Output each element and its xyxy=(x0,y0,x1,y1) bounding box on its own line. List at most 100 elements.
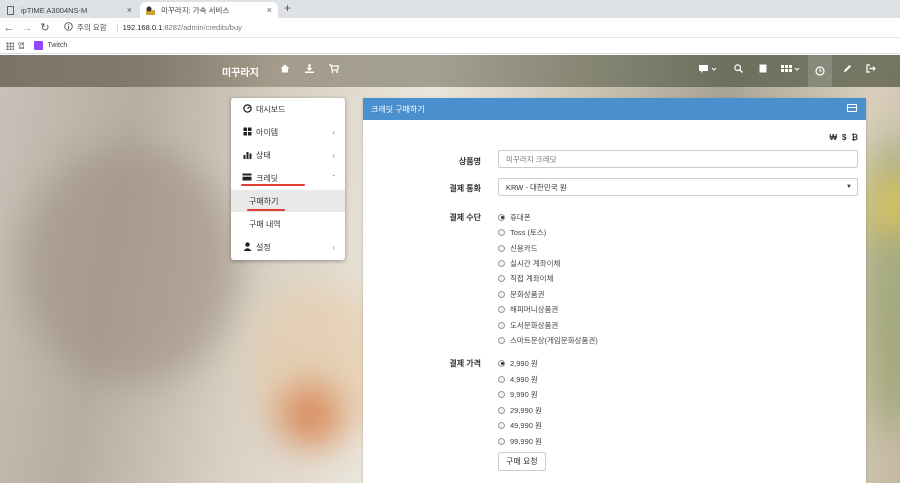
page-viewport: 미꾸라지 대시보드 아이템 ‹ 상태 ‹ 크레딧 ˇ 구매하기 구매 내역 설정… xyxy=(0,55,900,483)
radio-indicator[interactable] xyxy=(498,244,505,252)
bookmark-twitch[interactable]: Twitch xyxy=(34,41,67,50)
radio-indicator[interactable] xyxy=(498,406,505,414)
page-icon xyxy=(6,5,15,15)
radio-label: 직접 계좌이체 xyxy=(510,273,554,283)
pencil-icon[interactable] xyxy=(840,64,854,75)
tab-title: ipTIME A3004NS-M xyxy=(21,5,88,15)
bookmark-apps[interactable]: 앱 xyxy=(6,41,24,51)
grid-icon xyxy=(241,127,253,138)
dashboard-icon xyxy=(241,103,253,115)
top-navbar: 미꾸라지 xyxy=(0,55,900,87)
radio-indicator[interactable] xyxy=(498,336,505,344)
cart-icon[interactable] xyxy=(327,64,341,75)
price-label: 결제 가격 xyxy=(449,359,481,368)
sidebar-item-status[interactable]: 상태 ‹ xyxy=(231,144,345,166)
sidebar-item-items[interactable]: 아이템 ‹ xyxy=(231,121,345,143)
document-icon[interactable] xyxy=(756,64,770,75)
search-icon[interactable] xyxy=(731,64,745,75)
background-blur xyxy=(280,385,340,445)
radio-indicator[interactable] xyxy=(498,228,505,236)
sidebar-item-label: 대시보드 xyxy=(256,104,286,114)
method-radio[interactable]: 휴대폰 xyxy=(498,211,531,223)
bookmark-label: Twitch xyxy=(47,42,68,49)
close-icon[interactable]: × xyxy=(127,5,132,15)
method-radio[interactable]: 스마트문상(게임문화상품권) xyxy=(498,334,598,346)
method-radio[interactable]: 직접 계좌이체 xyxy=(498,272,553,284)
bookmark-label: 앱 xyxy=(18,42,25,50)
price-radio[interactable]: 2,990 원 xyxy=(498,357,538,369)
reload-icon[interactable]: ↻ xyxy=(36,21,54,34)
apps-dropdown-icon[interactable] xyxy=(780,64,802,75)
method-radio[interactable]: Toss (토스) xyxy=(498,226,546,238)
price-radio[interactable]: 9,990 원 xyxy=(498,388,538,400)
sidebar-item-label: 상태 xyxy=(256,150,271,160)
home-icon[interactable] xyxy=(278,64,292,75)
bitcoin-icon: ₿ xyxy=(851,133,858,142)
product-field: 미꾸라지 크레딧 xyxy=(498,150,858,168)
sidebar-subitem-label: 구매하기 xyxy=(249,196,279,206)
dollar-icon: $ xyxy=(842,133,847,142)
close-icon[interactable]: × xyxy=(267,5,272,15)
radio-label: 스마트문상(게임문화상품권) xyxy=(510,335,598,345)
price-radio[interactable]: 49,990 원 xyxy=(498,419,542,431)
sidebar-subitem-history[interactable]: 구매 내역 xyxy=(231,213,345,235)
download-icon[interactable] xyxy=(302,64,316,75)
price-radio[interactable]: 29,990 원 xyxy=(498,404,542,416)
radio-indicator[interactable] xyxy=(498,321,505,329)
clock-icon[interactable] xyxy=(808,55,832,87)
radio-label: Toss (토스) xyxy=(510,227,547,237)
brand-title[interactable]: 미꾸라지 xyxy=(222,64,259,79)
back-icon[interactable]: ← xyxy=(0,22,18,34)
radio-label: 9,990 원 xyxy=(510,389,538,399)
info-icon[interactable] xyxy=(64,22,73,33)
method-radio[interactable]: 도서문화상품권 xyxy=(498,319,558,331)
sidebar-item-label: 크레딧 xyxy=(256,173,279,183)
tab-title: 미꾸라지: 가속 서비스 xyxy=(161,5,230,15)
radio-label: 신용카드 xyxy=(510,243,538,253)
radio-indicator[interactable] xyxy=(498,359,505,367)
radio-label: 99,990 원 xyxy=(510,436,542,446)
radio-label: 도서문화상품권 xyxy=(510,320,559,330)
radio-indicator[interactable] xyxy=(498,390,505,398)
chevron-down-icon: ˇ xyxy=(332,173,335,183)
radio-indicator[interactable] xyxy=(498,290,505,298)
radio-indicator[interactable] xyxy=(498,213,505,221)
radio-label: 2,990 원 xyxy=(510,358,538,368)
sidebar-item-dashboard[interactable]: 대시보드 xyxy=(231,98,345,120)
radio-indicator[interactable] xyxy=(498,259,505,267)
radio-indicator[interactable] xyxy=(498,305,505,313)
radio-indicator[interactable] xyxy=(498,437,505,445)
browser-tab-iptime[interactable]: ipTIME A3004NS-M × xyxy=(0,2,138,18)
bar-chart-icon xyxy=(241,150,253,161)
radio-indicator[interactable] xyxy=(498,375,505,383)
user-icon xyxy=(241,241,253,253)
credit-purchase-panel: 크레딧 구매하기 ₩ $ ₿ 상품명 미꾸라지 크레딧 결제 통화 KRW - … xyxy=(363,98,866,483)
chevron-left-icon: ‹ xyxy=(332,127,335,137)
price-radio[interactable]: 99,990 원 xyxy=(498,435,542,447)
method-radio[interactable]: 문화상품권 xyxy=(498,288,545,300)
currency-select[interactable]: KRW - 대한민국 원 ▼ xyxy=(498,178,858,196)
logout-icon[interactable] xyxy=(864,64,878,75)
browser-tabbar: ipTIME A3004NS-M × 미꾸라지: 가속 서비스 × + xyxy=(0,0,900,18)
url-field[interactable]: 주의 요함 | 192.168.0.1 :8282/admin/credits/… xyxy=(64,22,242,33)
currency-label: 결제 통화 xyxy=(449,184,481,193)
twitch-icon xyxy=(34,41,44,50)
method-radio[interactable]: 해피머니상품권 xyxy=(498,303,558,315)
purchase-request-button[interactable]: 구매 요청 xyxy=(498,452,546,471)
method-radio[interactable]: 실시간 계좌이체 xyxy=(498,257,560,269)
annotation-underline xyxy=(241,184,305,186)
chat-dropdown-icon[interactable] xyxy=(698,64,718,75)
radio-indicator[interactable] xyxy=(498,274,505,282)
new-tab-icon[interactable]: + xyxy=(284,1,291,15)
radio-label: 해피머니상품권 xyxy=(510,304,559,314)
bookmarks-bar: 앱 Twitch xyxy=(0,38,900,54)
background-blur xyxy=(20,145,240,385)
sidebar-item-settings[interactable]: 설정 ‹ xyxy=(231,236,345,258)
credit-card-icon xyxy=(241,173,253,183)
price-radio[interactable]: 4,990 원 xyxy=(498,373,538,385)
browser-tab-active[interactable]: 미꾸라지: 가속 서비스 × xyxy=(140,2,278,18)
forward-icon[interactable]: → xyxy=(18,22,36,34)
url-separator: | xyxy=(116,23,119,32)
method-radio[interactable]: 신용카드 xyxy=(498,242,538,254)
radio-indicator[interactable] xyxy=(498,421,505,429)
